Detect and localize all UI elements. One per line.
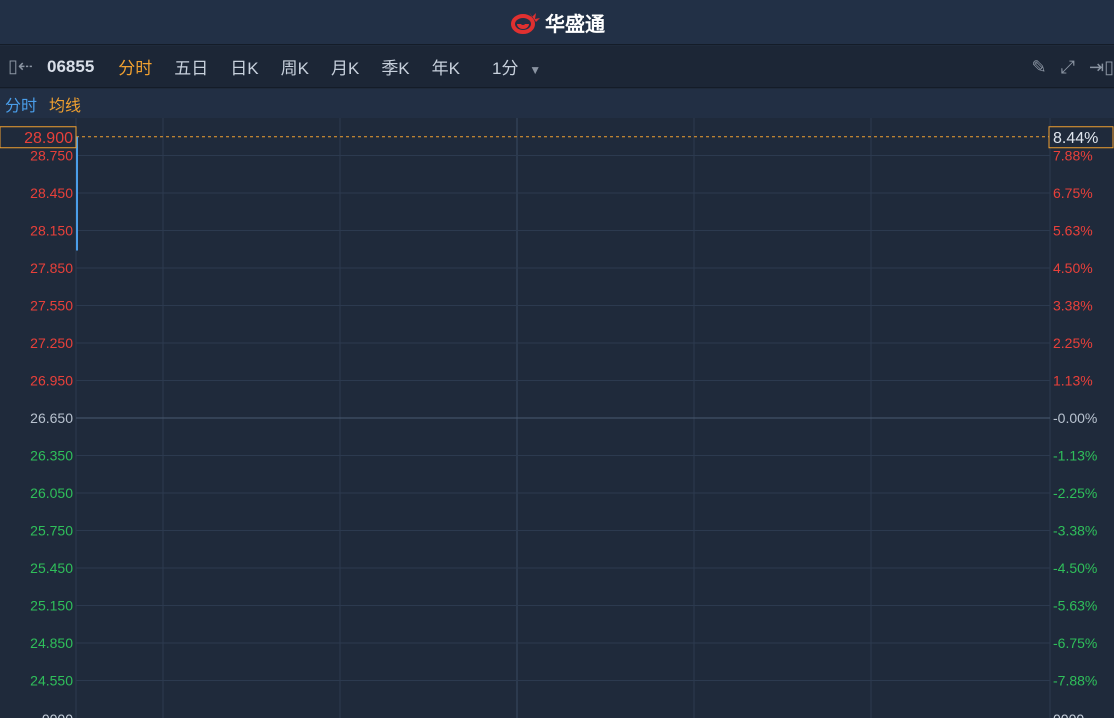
collapse-left-icon[interactable]: ▯⇠: [8, 56, 33, 77]
title-bar: 华盛通: [0, 0, 1114, 45]
legend-average: 均线: [49, 97, 82, 115]
tab-3[interactable]: 周K: [281, 54, 309, 79]
fullscreen-icon[interactable]: ⤢: [1061, 57, 1075, 78]
indicator-legend: 分时 均线: [0, 89, 1114, 118]
volume-label-left: 0000: [42, 711, 73, 718]
interval-label: 1分: [492, 59, 519, 78]
intraday-chart[interactable]: 28.750 7.88% 28.450 6.75% 28.150 5.63% 27.850 4…: [0, 118, 1114, 718]
pct-tick-label: 6.75%: [1053, 185, 1093, 201]
volume-label-right: 0000: [1053, 711, 1084, 718]
price-tick-label: 28.750: [30, 148, 73, 164]
pct-tick-label: 5.63%: [1053, 223, 1093, 239]
tab-5[interactable]: 季K: [381, 54, 409, 79]
current-price-label: 28.900: [24, 130, 73, 147]
tab-4[interactable]: 月K: [331, 54, 359, 79]
interval-dropdown[interactable]: 1分 ▼: [492, 54, 541, 79]
chevron-down-icon: ▼: [529, 63, 542, 77]
price-tick-label: 26.050: [30, 485, 73, 501]
price-tick-label: 25.150: [30, 598, 73, 614]
tab-1[interactable]: 五日: [174, 54, 208, 79]
pct-tick-label: 7.88%: [1053, 148, 1093, 164]
price-tick-label: 24.850: [30, 635, 73, 651]
pct-tick-label: -6.75%: [1053, 635, 1097, 651]
stock-code: 06855: [47, 56, 95, 76]
pct-tick-label: 4.50%: [1053, 260, 1093, 276]
price-tick-label: 27.550: [30, 298, 73, 314]
pct-tick-label: -0.00%: [1053, 410, 1097, 426]
price-tick-label: 28.450: [30, 185, 73, 201]
app-name: 华盛通: [545, 13, 605, 36]
tab-6[interactable]: 年K: [432, 54, 460, 79]
pct-tick-label: -5.63%: [1053, 598, 1097, 614]
pct-tick-label: -1.13%: [1053, 448, 1097, 464]
tab-0[interactable]: 分时: [118, 54, 152, 79]
pct-tick-label: -2.25%: [1053, 485, 1097, 501]
pct-tick-label: 3.38%: [1053, 298, 1093, 314]
price-tick-label: 26.350: [30, 448, 73, 464]
collapse-right-icon[interactable]: ⇥▯: [1089, 57, 1114, 78]
price-tick-label: 26.950: [30, 373, 73, 389]
toolbar: ▯⇠ 06855 分时 五日 日K 周K 月K 季K 年K 1分 ▼ ✎ ⤢ ⇥▯: [0, 46, 1114, 88]
price-tick-label: 28.150: [30, 223, 73, 239]
current-pct-label: 8.44%: [1053, 130, 1098, 147]
pencil-icon[interactable]: ✎: [1032, 57, 1047, 78]
tab-2[interactable]: 日K: [230, 54, 258, 79]
pct-tick-label: -4.50%: [1053, 560, 1097, 576]
pct-tick-label: 2.25%: [1053, 335, 1093, 351]
price-tick-label: 25.750: [30, 523, 73, 539]
price-tick-label: 27.850: [30, 260, 73, 276]
price-tick-label: 26.650: [30, 410, 73, 426]
pct-tick-label: 1.13%: [1053, 373, 1093, 389]
legend-intraday: 分时: [5, 97, 38, 115]
price-tick-label: 27.250: [30, 335, 73, 351]
logo-icon: [511, 12, 540, 34]
pct-tick-label: -7.88%: [1053, 673, 1097, 689]
price-tick-label: 24.550: [30, 673, 73, 689]
pct-tick-label: -3.38%: [1053, 523, 1097, 539]
price-tick-label: 25.450: [30, 560, 73, 576]
